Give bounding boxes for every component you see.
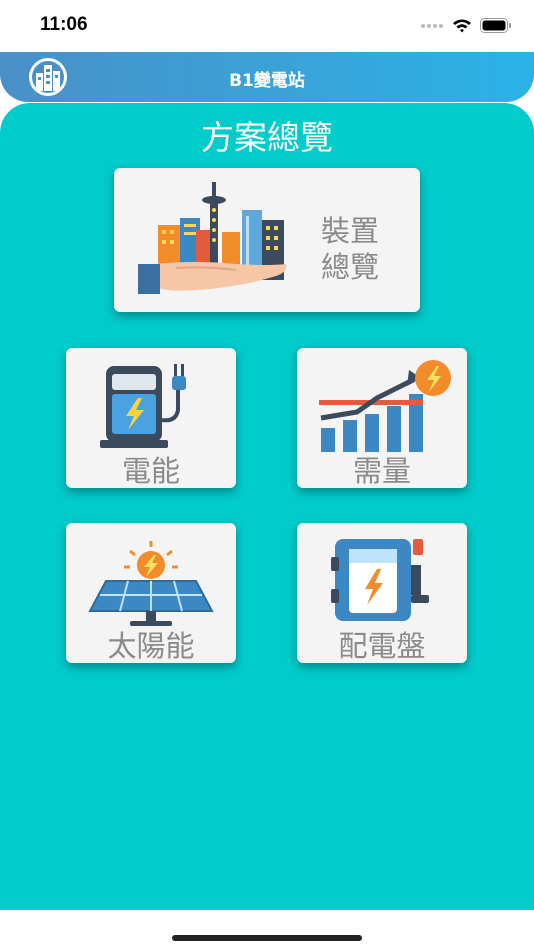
city-hand-icon [138,182,287,294]
panel-label: 配電盤 [338,629,426,663]
app-header: B1變電站 [0,52,534,102]
solar-card[interactable]: 太陽能 [66,523,236,663]
distribution-panel-icon [331,539,429,621]
wifi-icon [453,19,471,33]
solar-panel-icon [88,541,214,626]
demand-label: 需量 [352,454,411,488]
energy-label: 電能 [121,454,180,488]
battery-icon [480,18,511,33]
header-title: B1變電站 [229,71,305,91]
distribution-panel-card[interactable]: 配電盤 [297,523,467,663]
home-indicator[interactable] [172,935,362,941]
demand-card[interactable]: 需量 [297,348,467,488]
demand-chart-icon [319,360,451,452]
status-time: 11:06 [40,14,88,35]
main-panel: 方案總覽 裝置 總覽 電能 需量 太陽能 配電盤 [0,103,534,910]
solar-label: 太陽能 [107,629,195,663]
device-overview-card[interactable]: 裝置 總覽 [114,168,420,312]
ev-charger-icon [100,364,186,448]
signal-icon [421,23,443,28]
status-bar: 11:06 [0,0,534,52]
bottom-bar [0,910,534,950]
page-title: 方案總覽 [201,118,333,157]
status-icons [420,18,512,33]
device-overview-label-line2: 總覽 [321,250,380,284]
energy-card[interactable]: 電能 [66,348,236,488]
